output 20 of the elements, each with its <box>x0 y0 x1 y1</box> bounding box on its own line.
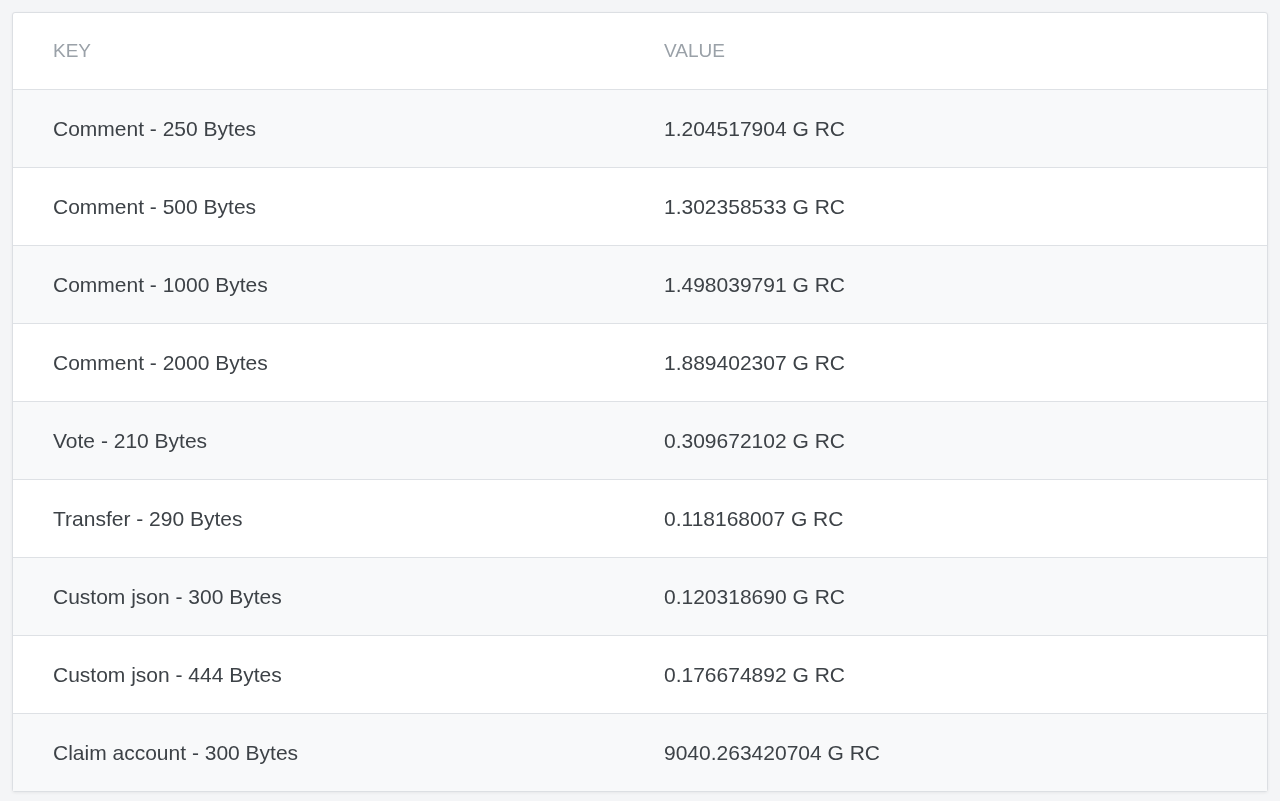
table-cell-text: Comment - 1000 Bytes <box>52 272 269 297</box>
table-cell-text: Transfer - 290 Bytes <box>52 506 244 531</box>
table-cell: 1.302358533 G RC <box>664 194 845 219</box>
table-cell: 0.118168007 G RC <box>664 506 844 531</box>
table-cell-text: Comment - 2000 Bytes <box>52 350 269 375</box>
table-cell: 1.889402307 G RC <box>664 350 845 375</box>
table-cell-text: Claim account - 300 Bytes <box>52 740 300 765</box>
table-cell: 9040.263420704 G RC <box>664 740 880 765</box>
table-cell-text: Custom json - 444 Bytes <box>52 662 283 687</box>
column-header: VALUE <box>664 40 725 62</box>
table-cell-text: Vote - 210 Bytes <box>52 428 209 453</box>
column-header: KEY <box>52 40 93 62</box>
table-cell: 1.498039791 G RC <box>664 272 845 297</box>
table-cell: 0.309672102 G RC <box>664 428 845 453</box>
table-cell: 1.204517904 G RC <box>664 116 845 141</box>
table-cell-text: Comment - 500 Bytes <box>52 194 258 219</box>
table-cell: 0.120318690 G RC <box>664 584 845 609</box>
table-cell-text: Comment - 250 Bytes <box>52 116 258 141</box>
table-cell-text: Custom json - 300 Bytes <box>52 584 283 609</box>
table-cell: 0.176674892 G RC <box>664 662 845 687</box>
